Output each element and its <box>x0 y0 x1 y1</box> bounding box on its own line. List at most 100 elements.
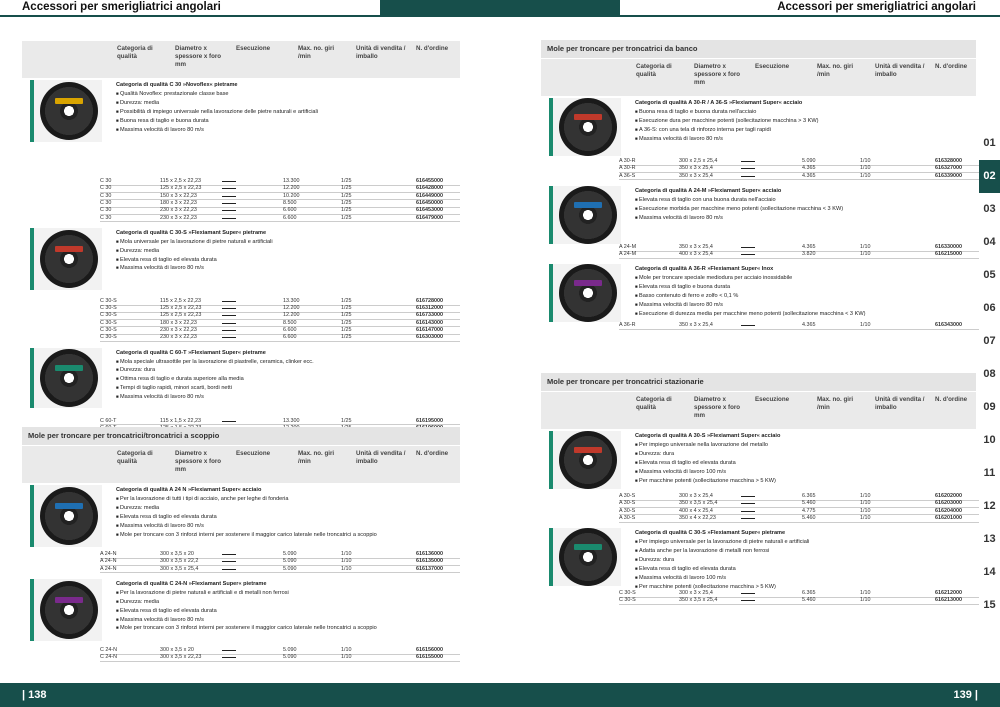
cell-category: C 30-S <box>619 590 636 597</box>
left-footer: | 138 <box>0 683 380 707</box>
cell-dimensions: 115 x 2,5 x 22,23 <box>160 178 201 184</box>
table-row: C 30 150 x 3 x 22,23 10.200 1/25 616449000 <box>100 193 460 200</box>
cell-unit: 1/25 <box>341 319 352 326</box>
cell-category: C 24-N <box>100 646 118 653</box>
feature-bullet: Massima velocità di lavoro 80 m/s <box>116 126 446 135</box>
chapter-tab-02[interactable]: 02 <box>979 160 1000 193</box>
cell-category: C 60-T <box>100 417 117 424</box>
cell-unit: 1/10 <box>860 322 871 329</box>
cell-dimensions: 350 x 3 x 25,4 <box>679 243 713 250</box>
table-row: A 24-N 300 x 3,5 x 22,2 5.090 1/10 616135000 <box>100 558 460 565</box>
cell-category: C 30 <box>100 214 112 221</box>
cell-rpm: 6.365 <box>802 493 816 499</box>
table-row: A 24-M 400 x 3 x 25,4 3.820 1/10 616215000 <box>619 251 979 258</box>
right-header: Accessori per smerigliatrici angolari <box>620 0 1000 17</box>
cell-unit: 1/10 <box>341 551 352 557</box>
col-dim: Diametro x spessore x foro mm <box>175 45 222 68</box>
execution-symbol-icon <box>222 568 236 570</box>
table-row: C 30 180 x 3 x 22,23 8.500 1/25 616450000 <box>100 200 460 207</box>
col-unit: Unità di vendita / imballo <box>356 450 406 465</box>
cell-rpm: 13.300 <box>283 297 300 304</box>
cell-dimensions: 300 x 3,5 x 20 <box>160 646 194 653</box>
feature-bullet: Per macchine potenti (sollecitazione mac… <box>635 477 965 486</box>
chapter-tab-09[interactable]: 09 <box>979 391 1000 424</box>
right-table-stationary: Mole per troncare per troncatrici stazio… <box>541 373 979 609</box>
cell-dimensions: 125 x 2,5 x 22,23 <box>160 312 202 319</box>
cell-rpm: 5.090 <box>802 158 816 164</box>
product-image <box>30 80 102 142</box>
cell-dimensions: 350 x 3 x 25,4 <box>679 172 713 179</box>
table-row: C 24-N 300 x 3,5 x 20 5.090 1/10 616156000 <box>100 647 460 654</box>
column-header: Categoria di qualità Diametro x spessore … <box>22 40 460 78</box>
cell-category: A 30-R <box>619 165 636 172</box>
cell-rpm: 5.090 <box>283 646 297 653</box>
table-row: C 30-S 125 x 2,5 x 22,23 12.200 1/25 6167330… <box>100 312 460 319</box>
chapter-tab-04[interactable]: 04 <box>979 226 1000 259</box>
row-divider <box>100 341 460 343</box>
cell-dimensions: 300 x 3,5 x 22,23 <box>160 654 202 661</box>
product-description: Categoria di qualità C 30 »Novoflex« pie… <box>116 82 446 134</box>
execution-symbol-icon <box>222 181 236 182</box>
cell-order-number: 616327000 <box>935 165 962 172</box>
execution-symbol-icon <box>222 322 236 324</box>
execution-symbol-icon <box>741 593 755 595</box>
cell-rpm: 6.600 <box>283 334 297 341</box>
cell-order-number: 616202000 <box>935 493 962 499</box>
cell-dimensions: 230 x 3 x 22,23 <box>160 214 197 221</box>
cell-unit: 1/25 <box>341 185 352 192</box>
table-row: C 30-S 300 x 3 x 25,4 6.365 1/10 616212000 <box>619 590 979 597</box>
chapter-tab-14[interactable]: 14 <box>979 556 1000 589</box>
cell-rpm: 8.500 <box>283 319 297 326</box>
cell-dimensions: 350 x 3 x 25,4 <box>679 165 713 172</box>
row-divider <box>619 604 979 606</box>
cell-unit: 1/25 <box>341 178 352 184</box>
col-rpm: Max. no. giri /min <box>298 450 335 465</box>
chapter-tab-03[interactable]: 03 <box>979 193 1000 226</box>
cell-rpm: 6.600 <box>283 207 297 214</box>
cell-rpm: 12.200 <box>283 185 300 192</box>
chapter-tab-13[interactable]: 13 <box>979 523 1000 556</box>
execution-symbol-icon <box>741 161 755 162</box>
cell-order-number: 616212000 <box>935 590 962 597</box>
cell-dimensions: 180 x 3 x 22,23 <box>160 199 197 206</box>
table-row: A 30-S 400 x 4 x 25,4 4.775 1/10 616204000 <box>619 508 979 515</box>
chapter-tab-06[interactable]: 06 <box>979 292 1000 325</box>
cell-unit: 1/10 <box>341 646 352 653</box>
chapter-tab-15[interactable]: 15 <box>979 589 1000 622</box>
execution-symbol-icon <box>741 496 755 497</box>
cell-order-number: 616201000 <box>935 514 962 521</box>
cell-dimensions: 350 x 4 x 22,23 <box>679 514 716 521</box>
table-row: C 30 230 x 3 x 22,23 6.600 1/25 616453000 <box>100 207 460 214</box>
cell-unit: 1/25 <box>341 326 352 333</box>
product-description: Categoria di qualità A 30-S »Flexiamant … <box>635 433 965 485</box>
chapter-tab-01[interactable]: 01 <box>979 127 1000 160</box>
cell-rpm: 10.200 <box>283 192 300 199</box>
chapter-tab-05[interactable]: 05 <box>979 259 1000 292</box>
cell-order-number: 616213000 <box>935 597 962 604</box>
chapter-tab-11[interactable]: 11 <box>979 457 1000 490</box>
section-title: Mole per troncare per troncatrici/tronca… <box>22 427 460 445</box>
left-table-cutoff: Mole per troncare per troncatrici/tronca… <box>22 427 460 665</box>
row-divider <box>100 572 460 574</box>
chapter-tab-12[interactable]: 12 <box>979 490 1000 523</box>
cell-unit: 1/25 <box>341 417 352 424</box>
cell-rpm: 13.300 <box>283 178 300 184</box>
cell-order-number: 616135000 <box>416 558 443 565</box>
execution-symbol-icon <box>741 175 755 177</box>
product-title: Categoria di qualità A 24 N »Flexiamant … <box>116 487 262 493</box>
disc-label-icon <box>55 98 83 104</box>
chapter-tab-10[interactable]: 10 <box>979 424 1000 457</box>
cell-category: C 30-S <box>100 297 117 304</box>
cell-unit: 1/25 <box>341 192 352 199</box>
disc-label-icon <box>55 503 83 509</box>
feature-bullet: Tempi di taglio rapidi, minori scarti, b… <box>116 384 446 393</box>
cell-dimensions: 125 x 2,5 x 22,23 <box>160 185 202 192</box>
cell-dimensions: 115 x 1,5 x 22,23 <box>160 417 201 424</box>
cell-dimensions: 300 x 3,5 x 25,4 <box>160 565 199 572</box>
row-divider <box>619 257 979 259</box>
col-exec: Esecuzione <box>236 450 271 457</box>
chapter-tab-07[interactable]: 07 <box>979 325 1000 358</box>
feature-bullet: Buona resa di taglio e buona durata nell… <box>635 108 965 117</box>
feature-bullet: Per impiego universale per la lavorazion… <box>635 538 965 547</box>
chapter-tab-08[interactable]: 08 <box>979 358 1000 391</box>
